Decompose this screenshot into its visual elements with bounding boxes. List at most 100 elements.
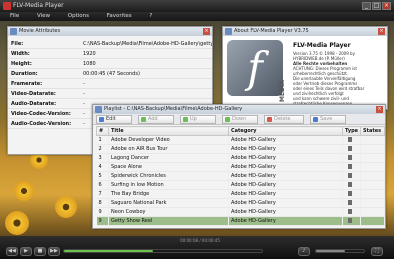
row-title: Adobe Developer Video [108,135,229,145]
menu-favorites[interactable]: Favorites [107,12,132,21]
edit-button[interactable]: Edit [96,115,132,124]
row-state [360,144,385,154]
seek-slider[interactable] [63,249,263,253]
file-type-icon [348,181,352,187]
row-number: 9 [96,207,109,217]
row-category: Adobe HD-Gallery [228,189,343,199]
menu-file[interactable]: File [10,12,19,21]
panel-titlebar: Movie Attributes × [8,27,212,36]
row-number: 3 [96,153,109,163]
row-title: Adobe on AIR Bus Tour [108,144,229,154]
table-row[interactable]: 8 Saguaro National Park Adobe HD-Gallery [96,198,385,208]
row-type [342,162,361,172]
play-button[interactable]: ▶ [20,247,32,256]
button-label: Edit [106,116,116,122]
attr-key: Width: [11,51,30,57]
row-category: Adobe HD-Gallery [228,144,343,154]
title-bar: FLV-Media Player _ □ × [0,0,394,12]
row-number: 4 [96,162,109,172]
row-state [360,198,385,208]
playlist-toolbar: Edit Add Up Down Delete Save [93,114,385,125]
row-type [342,180,361,190]
row-number: 5 [96,171,109,181]
speaker-icon[interactable]: ♪ [298,247,310,256]
attr-value: 1080 [83,61,96,67]
close-icon[interactable]: × [376,106,383,113]
column-header[interactable]: # [96,126,109,136]
fullscreen-button[interactable]: ⛶ [371,247,383,256]
row-type [342,216,361,226]
delete-button[interactable]: Delete [264,115,304,124]
panel-title: Movie Attributes [19,28,61,34]
app-window: FLV-Media Player _ □ × File View Options… [0,0,394,259]
file-type-icon [348,136,352,142]
file-type-icon [348,154,352,160]
row-title: Neon Cowboy [108,207,229,217]
minimize-button[interactable]: _ [362,2,371,10]
edit-icon [99,117,104,122]
file-type-icon [348,199,352,205]
volume-slider[interactable] [315,249,365,253]
app-icon [3,2,11,10]
attr-value: - [83,81,85,87]
row-type [342,207,361,217]
row-category: Adobe HD-Gallery [228,162,343,172]
attributes-icon [10,28,17,35]
forward-button[interactable]: ▶▶ [48,247,60,256]
table-row[interactable]: 6 Surfing in low Motion Adobe HD-Gallery [96,180,385,190]
row-state [360,180,385,190]
column-header[interactable]: Title [108,126,229,136]
attr-key: File: [11,41,24,47]
down-button[interactable]: Down [222,115,258,124]
delete-icon [267,117,272,122]
table-row[interactable]: 4 Space Alone Adobe HD-Gallery [96,162,385,172]
row-title: Saguaro National Park [108,198,229,208]
row-number: 2 [96,144,109,154]
attr-value: - [83,101,85,107]
row-state [360,171,385,181]
menu-bar: File View Options Favorites ? [0,12,394,21]
table-row[interactable]: 9 Getty Show Reel Adobe HD-Gallery [96,216,385,226]
close-icon[interactable]: × [203,28,210,35]
row-type [342,198,361,208]
row-number: 6 [96,180,109,190]
table-row[interactable]: 3 Lagong Dancer Adobe HD-Gallery [96,153,385,163]
save-icon [313,117,318,122]
transport-bar: 00:00:08 / 00:00:45 ◀◀ ▶ ■ ▶▶ ♪ ⛶ [0,236,394,259]
table-row[interactable]: 7 The Bay Bridge Adobe HD-Gallery [96,189,385,199]
menu-options[interactable]: Options [68,12,89,21]
window-title: FLV-Media Player [13,2,64,9]
add-button[interactable]: Add [138,115,174,124]
file-type-icon [348,190,352,196]
column-header[interactable]: Category [228,126,343,136]
about-icon [225,28,232,35]
row-title: Surfing in low Motion [108,180,229,190]
seek-progress [64,250,154,252]
file-type-icon [348,145,352,151]
volume-level [316,250,345,252]
rewind-button[interactable]: ◀◀ [6,247,18,256]
up-button[interactable]: Up [180,115,216,124]
table-row[interactable]: 2 Adobe on AIR Bus Tour Adobe HD-Gallery [96,144,385,154]
table-row[interactable]: 9 Neon Cowboy Adobe HD-Gallery [96,207,385,217]
table-row[interactable]: 1 Adobe Developer Video Adobe HD-Gallery [96,135,385,145]
menu-help[interactable]: ? [149,12,152,21]
maximize-button[interactable]: □ [372,2,381,10]
row-title: Getty Show Reel [108,216,229,226]
row-number: 8 [96,198,109,208]
column-header[interactable]: States [360,126,385,136]
close-icon[interactable]: × [378,28,385,35]
row-type [342,171,361,181]
attr-row: Framerate: - [8,79,212,89]
close-button[interactable]: × [382,2,391,10]
flower-image [14,181,34,201]
table-row[interactable]: 5 Spiderwick Chronicles Adobe HD-Gallery [96,171,385,181]
row-state [360,162,385,172]
attr-key: Framerate: [11,81,43,87]
row-category: Adobe HD-Gallery [228,153,343,163]
stop-button[interactable]: ■ [34,247,46,256]
save-button[interactable]: Save [310,115,346,124]
column-header[interactable]: Type [342,126,361,136]
menu-view[interactable]: View [37,12,50,21]
attr-value: - [83,111,85,117]
